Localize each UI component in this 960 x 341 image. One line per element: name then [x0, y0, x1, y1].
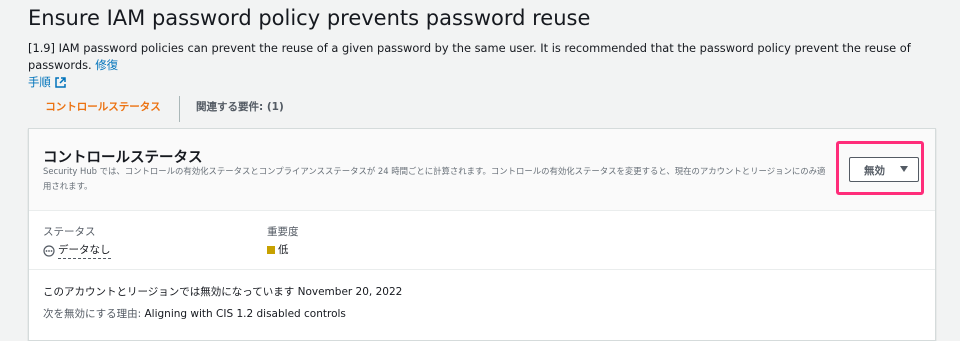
card-header: コントロールステータス Security Hub では、コントロールの有効化ステ… — [29, 129, 935, 211]
external-link-icon — [55, 77, 66, 88]
card-description: Security Hub では、コントロールの有効化ステータスとコンプライアンス… — [43, 166, 826, 191]
tab-bar: コントロールステータス 関連する要件: (1) — [28, 92, 936, 131]
no-data-icon — [43, 244, 55, 257]
tab-control-status[interactable]: コントロールステータス — [28, 92, 178, 131]
disable-reason: 次を無効にする理由: Aligning with CIS 1.2 disable… — [43, 306, 346, 321]
severity-low-icon — [267, 245, 275, 254]
severity-value-text: 低 — [278, 244, 289, 256]
tab-related-requirements[interactable]: 関連する要件: (1) — [196, 92, 284, 128]
status-value-text: データなし — [58, 242, 111, 259]
enablement-dropdown[interactable]: 無効 — [849, 157, 919, 182]
card-divider — [29, 269, 935, 270]
reason-value: Aligning with CIS 1.2 disabled controls — [144, 308, 346, 320]
status-label: ステータス — [43, 226, 96, 238]
severity-label: 重要度 — [267, 226, 299, 238]
page-description: [1.9] IAM password policies can prevent … — [28, 40, 938, 91]
page-title: Ensure IAM password policy prevents pass… — [28, 6, 591, 30]
status-value[interactable]: データなし — [43, 242, 111, 259]
tab-separator — [179, 96, 180, 122]
description-text: [1.9] IAM password policies can prevent … — [28, 41, 911, 72]
disabled-message: このアカウントとリージョンでは無効になっています November 20, 20… — [43, 286, 403, 298]
reason-label: 次を無効にする理由: — [43, 308, 142, 320]
control-status-card: コントロールステータス Security Hub では、コントロールの有効化ステ… — [28, 128, 936, 341]
caret-down-icon — [900, 166, 908, 172]
severity-value: 低 — [267, 242, 289, 257]
dropdown-value: 無効 — [864, 165, 885, 177]
